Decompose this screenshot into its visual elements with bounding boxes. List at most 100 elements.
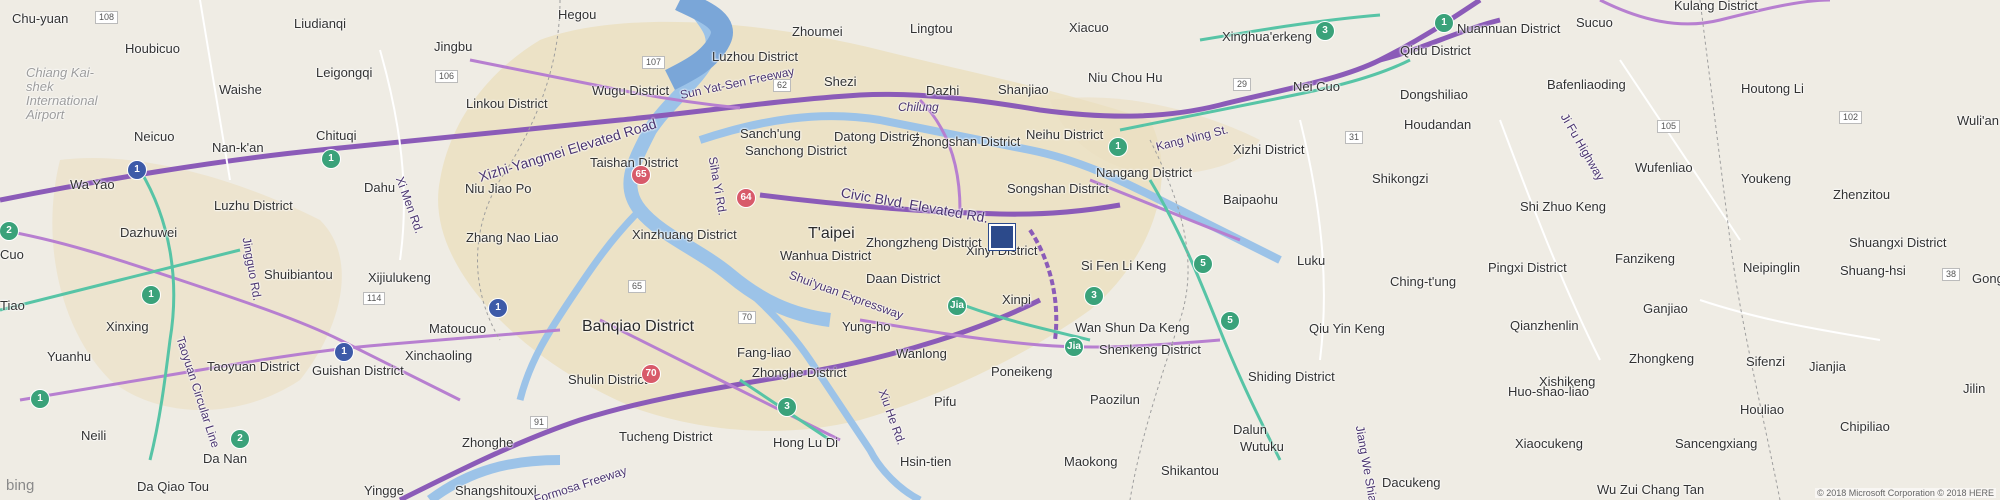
place-label: Wutuku [1240, 439, 1284, 454]
place-label: Wanhua District [780, 248, 872, 263]
minor-road [1699, 299, 1881, 341]
place-label: Paozilun [1090, 392, 1140, 407]
place-label: Tiao [0, 298, 25, 313]
place-label: Nangang District [1096, 165, 1193, 180]
place-label: Daan District [866, 271, 941, 286]
place-label: Chituqi [316, 128, 357, 143]
place-label: Zhongshan District [912, 134, 1021, 149]
place-label: Xinzhuang District [632, 227, 737, 242]
expressway-shield: 5 [1194, 255, 1212, 273]
place-label: Datong District [834, 129, 920, 144]
minor-road [1619, 59, 1741, 241]
place-label: Tucheng District [619, 429, 713, 444]
place-label: Youkeng [1741, 171, 1792, 186]
place-label: Xinxing [106, 319, 149, 334]
place-label: Sanchong District [745, 143, 847, 158]
bing-logo: bing [6, 477, 35, 494]
place-label: Wanlong [896, 346, 947, 361]
highway-shield: 70 [642, 365, 660, 383]
place-label: Guishan District [312, 363, 404, 378]
place-label: Niu Chou Hu [1088, 70, 1163, 85]
place-label: Da Qiao Tou [137, 479, 210, 494]
place-label: Shezi [824, 74, 857, 89]
place-label: Chipiliao [1840, 419, 1890, 434]
place-label: Chu-yuan [12, 11, 69, 26]
place-label: Songshan District [1007, 181, 1109, 196]
place-label: Zhonghe [462, 435, 514, 450]
place-label: Bafenliaoding [1547, 77, 1626, 92]
place-label: Jingbu [434, 39, 473, 54]
place-label: Nan-k'an [212, 140, 264, 155]
place-label: Dazhi [926, 83, 960, 98]
place-label: Yung-ho [842, 319, 891, 334]
airport-label: Chiang Kai-shek International Airport [26, 65, 98, 122]
place-label: Ganjiao [1643, 301, 1688, 316]
place-label: Sanch'ung [740, 126, 802, 141]
place-label: Shuibiantou [264, 267, 333, 282]
route-shield: 62 [773, 79, 792, 92]
place-label: Zhongkeng [1629, 351, 1695, 366]
place-label: Dacukeng [1382, 475, 1441, 490]
place-label: Zhonghe District [752, 365, 847, 380]
place-label: Sancengxiang [1675, 436, 1758, 451]
place-label: Da Nan [203, 451, 248, 466]
place-label: Wuli'an [1957, 113, 1999, 128]
place-label: Matoucuo [429, 321, 487, 336]
expressway-shield: 3 [778, 398, 796, 416]
expressway-shield: 1 [1435, 14, 1453, 32]
place-label: Houdandan [1404, 117, 1472, 132]
place-label: Baipaohu [1223, 192, 1278, 207]
place-label: Luzhu District [214, 198, 293, 213]
district-label-banqiao: Banqiao District [582, 318, 695, 335]
place-label: Nuannuan District [1457, 21, 1561, 36]
place-label: Leigongqi [316, 65, 373, 80]
expressway-shield: 3 [1085, 287, 1103, 305]
place-label: Niu Jiao Po [465, 181, 532, 196]
place-label: Shi Zhuo Keng [1520, 199, 1607, 214]
place-label: Wu Zui Chang Tan [1597, 482, 1705, 497]
route-shield: 108 [95, 11, 119, 24]
place-label: Wugu District [592, 83, 670, 98]
expressway-shield: Jia [1065, 338, 1083, 356]
route-shield: 70 [738, 311, 757, 324]
expressway-shield: 5 [1221, 312, 1239, 330]
place-label: Shuang-hsi [1840, 263, 1906, 278]
location-pin-marker[interactable] [989, 224, 1015, 250]
route-shield: 106 [435, 70, 459, 83]
place-label: Zhongzheng District [866, 235, 982, 250]
place-label: Neicuo [134, 129, 175, 144]
place-label: Wa Yao [70, 177, 115, 192]
place-label: Kulang District [1674, 0, 1758, 13]
place-label: Xinghua'erkeng [1222, 29, 1312, 44]
place-label: Dazhuwei [120, 225, 178, 240]
place-label: Yingge [364, 483, 404, 498]
place-label: Zhenzitou [1833, 187, 1891, 202]
place-label: Hegou [558, 7, 597, 22]
place-label: Luzhou District [712, 49, 798, 64]
highway-shield: 65 [632, 166, 650, 184]
place-label: Neili [81, 428, 107, 443]
place-label: Ching-t'ung [1390, 274, 1457, 289]
place-label: Qiu Yin Keng [1309, 321, 1385, 336]
place-label: Xiacuo [1069, 20, 1109, 35]
place-label: Xinchaoling [405, 348, 473, 363]
map-canvas[interactable]: T'aipei Banqiao District Xinyi District … [0, 0, 2000, 500]
highway-shield: 1 [335, 343, 353, 361]
place-label: Taoyuan District [207, 359, 300, 374]
place-label: Zhoumei [792, 24, 843, 39]
expressway-shield: 3 [1316, 22, 1334, 40]
route-shield: 105 [1657, 120, 1681, 133]
place-label: Pingxi District [1488, 260, 1567, 275]
road-label: Chilung [898, 100, 939, 114]
place-label: Zhang Nao Liao [466, 230, 559, 245]
place-label: Nei Cuo [1293, 79, 1340, 94]
expressway-shield: Jia [948, 297, 966, 315]
place-label: Neihu District [1026, 127, 1104, 142]
route-shield: 114 [363, 292, 386, 305]
expressway-shield: 1 [1109, 138, 1127, 156]
place-label: Jianjia [1809, 359, 1846, 374]
expressway-shield: 1 [322, 150, 340, 168]
place-label: Liudianqi [294, 16, 347, 31]
city-label-taipei: T'aipei [808, 225, 855, 242]
place-label: Shulin District [568, 372, 648, 387]
